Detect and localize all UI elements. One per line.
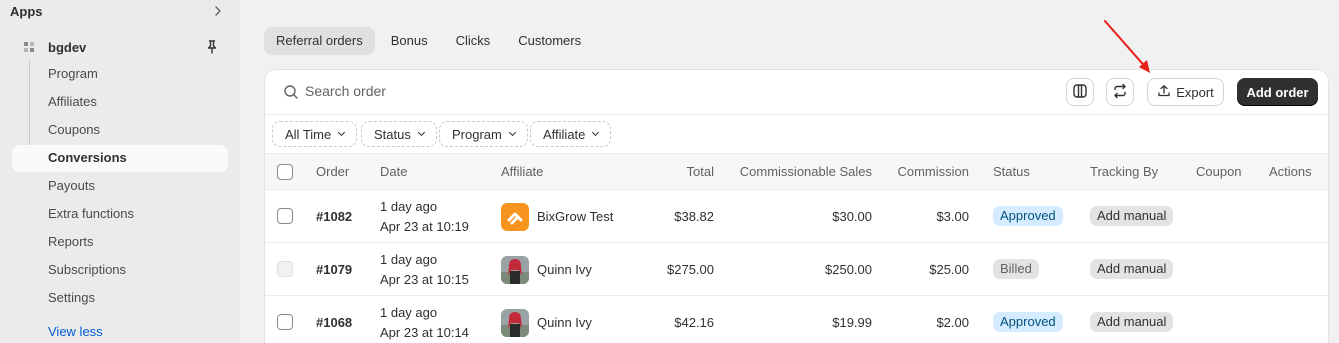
tab-clicks[interactable]: Clicks <box>444 27 503 55</box>
col-date[interactable]: Date <box>380 164 407 179</box>
order-date: Apr 23 at 10:19 <box>380 219 469 234</box>
table-row[interactable]: #1079 1 day ago Apr 23 at 10:15 Quinn Iv… <box>265 243 1328 296</box>
order-id[interactable]: #1068 <box>316 315 352 330</box>
tab-customers[interactable]: Customers <box>506 27 593 55</box>
order-date-relative: 1 day ago <box>380 305 438 320</box>
order-total: $38.82 <box>674 209 714 224</box>
commissionable-sales: $30.00 <box>832 209 872 224</box>
status-badge: Billed <box>993 259 1039 279</box>
upload-icon <box>1157 84 1171 101</box>
order-total: $42.16 <box>674 315 714 330</box>
order-total: $275.00 <box>667 262 714 277</box>
search-row: Search order Export Add order <box>265 70 1328 114</box>
status-badge: Approved <box>993 312 1063 332</box>
col-coupon[interactable]: Coupon <box>1196 164 1242 179</box>
pin-icon[interactable] <box>204 39 220 55</box>
sync-button[interactable] <box>1106 78 1134 106</box>
table-row[interactable]: #1082 1 day ago Apr 23 at 10:19 BixGrow … <box>265 190 1328 243</box>
col-affiliate[interactable]: Affiliate <box>501 164 543 179</box>
chevron-right-icon[interactable] <box>211 4 225 18</box>
filter-label: All Time <box>285 126 332 142</box>
col-tracking-by[interactable]: Tracking By <box>1090 164 1158 179</box>
app-name: bgdev <box>48 39 87 55</box>
add-order-button[interactable]: Add order <box>1237 78 1318 106</box>
orders-card: Search order Export Add order All Time S… <box>264 69 1329 343</box>
chevron-down-icon <box>338 128 346 137</box>
export-label: Export <box>1176 84 1214 100</box>
search-icon <box>283 84 299 100</box>
filter-status[interactable]: Status <box>361 121 437 147</box>
tab-bonus[interactable]: Bonus <box>379 27 440 55</box>
table-header: Order Date Affiliate Total Commissionabl… <box>265 153 1328 190</box>
sidebar-item-payouts[interactable]: Payouts <box>48 175 95 197</box>
order-date: Apr 23 at 10:15 <box>380 272 469 287</box>
col-actions[interactable]: Actions <box>1269 164 1312 179</box>
affiliate-name[interactable]: BixGrow Test <box>537 209 613 224</box>
sidebar: Apps bgdev Program Affiliates Coupons Co… <box>0 0 240 343</box>
col-commissionable-sales[interactable]: Commissionable Sales <box>740 164 872 179</box>
order-date-relative: 1 day ago <box>380 199 438 214</box>
sidebar-item-subscriptions[interactable]: Subscriptions <box>48 259 126 281</box>
app-bgdev[interactable]: bgdev <box>22 36 228 58</box>
apps-header[interactable]: Apps <box>10 2 225 20</box>
sidebar-item-conversions[interactable]: Conversions <box>48 147 127 169</box>
annotation-arrow <box>1104 20 1150 73</box>
filter-label: Affiliate <box>543 126 586 142</box>
person-avatar <box>501 256 529 284</box>
nav-tree-line <box>29 60 30 158</box>
filter-row: All Time Status Program Affiliate <box>265 114 1328 154</box>
col-commission[interactable]: Commission <box>897 164 969 179</box>
tracking-badge[interactable]: Add manual <box>1090 312 1174 332</box>
row-checkbox[interactable] <box>277 208 293 224</box>
person-avatar <box>501 309 529 337</box>
col-status[interactable]: Status <box>993 164 1030 179</box>
order-date: Apr 23 at 10:14 <box>380 325 469 340</box>
affiliate-name[interactable]: Quinn Ivy <box>537 262 592 277</box>
row-checkbox[interactable] <box>277 314 293 330</box>
sidebar-item-settings[interactable]: Settings <box>48 287 95 309</box>
commissionable-sales: $19.99 <box>832 315 872 330</box>
filter-affiliate[interactable]: Affiliate <box>530 121 612 147</box>
commissionable-sales: $250.00 <box>825 262 872 277</box>
chevron-down-icon <box>508 128 516 137</box>
tab-referral-orders[interactable]: Referral orders <box>264 27 375 55</box>
export-button[interactable]: Export <box>1147 78 1224 106</box>
col-order[interactable]: Order <box>316 164 349 179</box>
tracking-badge[interactable]: Add manual <box>1090 259 1174 279</box>
sidebar-item-program[interactable]: Program <box>48 63 98 85</box>
order-date-relative: 1 day ago <box>380 252 438 267</box>
search-input[interactable]: Search order <box>305 83 386 99</box>
row-checkbox <box>277 261 293 277</box>
bixgrow-logo-icon <box>501 203 529 231</box>
tab-bar: Referral orders Bonus Clicks Customers <box>264 27 597 55</box>
sidebar-item-reports[interactable]: Reports <box>48 231 94 253</box>
filter-all-time[interactable]: All Time <box>272 121 358 147</box>
status-badge: Approved <box>993 206 1063 226</box>
col-total[interactable]: Total <box>687 164 714 179</box>
apps-label: Apps <box>10 3 43 19</box>
order-id[interactable]: #1082 <box>316 209 352 224</box>
sidebar-item-coupons[interactable]: Coupons <box>48 119 100 141</box>
sync-icon <box>1112 83 1128 102</box>
filter-label: Status <box>374 126 411 142</box>
order-id[interactable]: #1079 <box>316 262 352 277</box>
columns-icon <box>1072 83 1088 102</box>
tracking-badge[interactable]: Add manual <box>1090 206 1174 226</box>
filter-label: Program <box>452 126 502 142</box>
columns-button[interactable] <box>1066 78 1094 106</box>
sidebar-item-extra-functions[interactable]: Extra functions <box>48 203 134 225</box>
view-less-link[interactable]: View less <box>48 324 103 339</box>
chevron-down-icon <box>417 128 425 137</box>
table-row[interactable]: #1068 1 day ago Apr 23 at 10:14 Quinn Iv… <box>265 296 1328 343</box>
commission: $3.00 <box>936 209 969 224</box>
app-grid-icon <box>22 40 36 54</box>
select-all-checkbox[interactable] <box>277 164 293 180</box>
affiliate-name[interactable]: Quinn Ivy <box>537 315 592 330</box>
commission: $2.00 <box>936 315 969 330</box>
sidebar-item-affiliates[interactable]: Affiliates <box>48 91 97 113</box>
filter-program[interactable]: Program <box>439 121 528 147</box>
chevron-down-icon <box>592 128 600 137</box>
commission: $25.00 <box>929 262 969 277</box>
